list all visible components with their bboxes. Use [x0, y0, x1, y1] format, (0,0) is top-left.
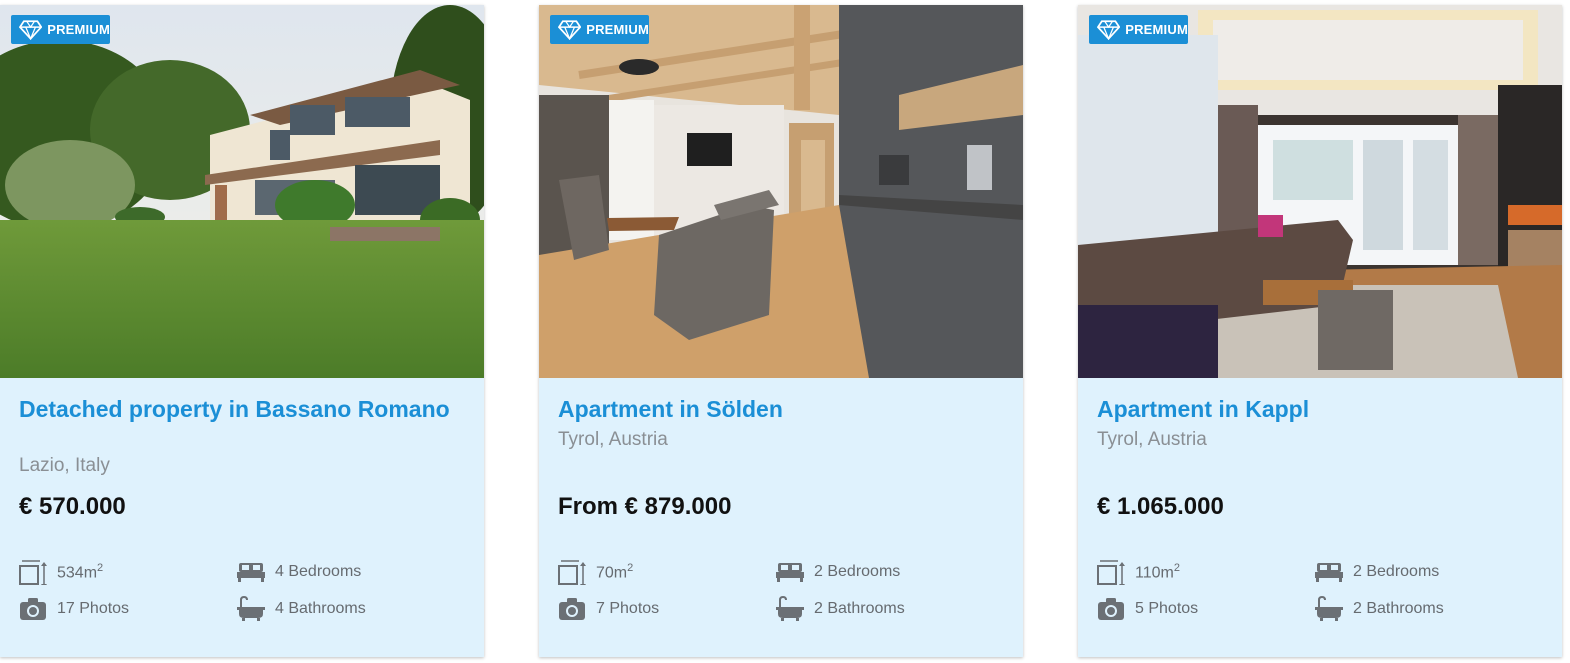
area-icon — [19, 560, 47, 585]
bedrooms-feature: 2 Bedrooms — [776, 559, 900, 585]
area-unit-sup: 2 — [627, 561, 634, 574]
area-icon — [558, 560, 586, 585]
listing-card[interactable]: PREMIUM Apartment in Sölden Tyrol, Austr… — [539, 5, 1023, 657]
listing-photo[interactable]: PREMIUM — [0, 5, 484, 378]
diamond-icon — [558, 19, 582, 40]
premium-badge-label: PREMIUM — [586, 22, 649, 37]
bed-icon — [237, 563, 265, 582]
bedrooms-feature: 4 Bedrooms — [237, 559, 361, 585]
bathrooms-feature: 4 Bathrooms — [237, 596, 366, 622]
listing-title[interactable]: Detached property in Bassano Romano — [19, 396, 459, 422]
bathtub-icon — [776, 596, 804, 621]
listing-card[interactable]: PREMIUM Apartment in Kappl Tyrol, Austri… — [1078, 5, 1562, 657]
bathrooms-count: 2 Bathrooms — [1353, 600, 1444, 617]
bathtub-icon — [1315, 596, 1343, 621]
bedrooms-feature: 2 Bedrooms — [1315, 559, 1439, 585]
listing-photo[interactable]: PREMIUM — [1078, 5, 1562, 378]
listing-title[interactable]: Apartment in Kappl — [1097, 396, 1537, 422]
camera-icon — [559, 598, 585, 620]
listing-card[interactable]: PREMIUM Detached property in Bassano Rom… — [0, 5, 484, 657]
photos-feature[interactable]: 17 Photos — [19, 596, 129, 622]
listing-title[interactable]: Apartment in Sölden — [558, 396, 998, 422]
area-feature: 534m2 — [19, 559, 103, 585]
listing-price: € 570.000 — [19, 493, 126, 520]
photos-count[interactable]: 5 Photos — [1135, 600, 1198, 618]
bed-icon — [776, 563, 804, 582]
premium-badge: PREMIUM — [1089, 15, 1188, 44]
premium-badge-label: PREMIUM — [47, 22, 110, 37]
bathrooms-count: 4 Bathrooms — [275, 600, 366, 617]
listing-photo[interactable]: PREMIUM — [539, 5, 1023, 378]
bedrooms-count: 2 Bedrooms — [814, 563, 901, 580]
area-value: 70m — [596, 564, 628, 582]
camera-icon — [1098, 598, 1124, 620]
listing-price: € 1.065.000 — [1097, 493, 1224, 520]
area-unit-sup: 2 — [97, 561, 104, 574]
bathrooms-count: 2 Bathrooms — [814, 600, 905, 617]
bathrooms-feature: 2 Bathrooms — [776, 596, 905, 622]
premium-badge: PREMIUM — [11, 15, 110, 44]
bed-icon — [1315, 563, 1343, 582]
listing-location: Lazio, Italy — [19, 455, 110, 476]
photos-count[interactable]: 7 Photos — [596, 600, 659, 618]
area-icon — [1097, 560, 1125, 585]
listing-price: From € 879.000 — [558, 493, 732, 520]
area-feature: 70m2 — [558, 559, 633, 585]
camera-icon — [20, 598, 46, 620]
diamond-icon — [19, 19, 43, 40]
area-value: 110m — [1135, 564, 1174, 582]
bedrooms-count: 2 Bedrooms — [1353, 563, 1440, 580]
area-feature: 110m2 — [1097, 559, 1180, 585]
photos-feature[interactable]: 5 Photos — [1097, 596, 1198, 622]
listing-location: Tyrol, Austria — [1097, 429, 1207, 450]
premium-badge: PREMIUM — [550, 15, 649, 44]
bedrooms-count: 4 Bedrooms — [275, 563, 362, 580]
listing-location: Tyrol, Austria — [558, 429, 668, 450]
bathrooms-feature: 2 Bathrooms — [1315, 596, 1444, 622]
area-value: 534m — [57, 564, 98, 582]
bathtub-icon — [237, 596, 265, 621]
photos-count[interactable]: 17 Photos — [57, 600, 129, 618]
premium-badge-label: PREMIUM — [1125, 22, 1188, 37]
photos-feature[interactable]: 7 Photos — [558, 596, 659, 622]
area-unit-sup: 2 — [1173, 561, 1180, 574]
diamond-icon — [1097, 19, 1121, 40]
